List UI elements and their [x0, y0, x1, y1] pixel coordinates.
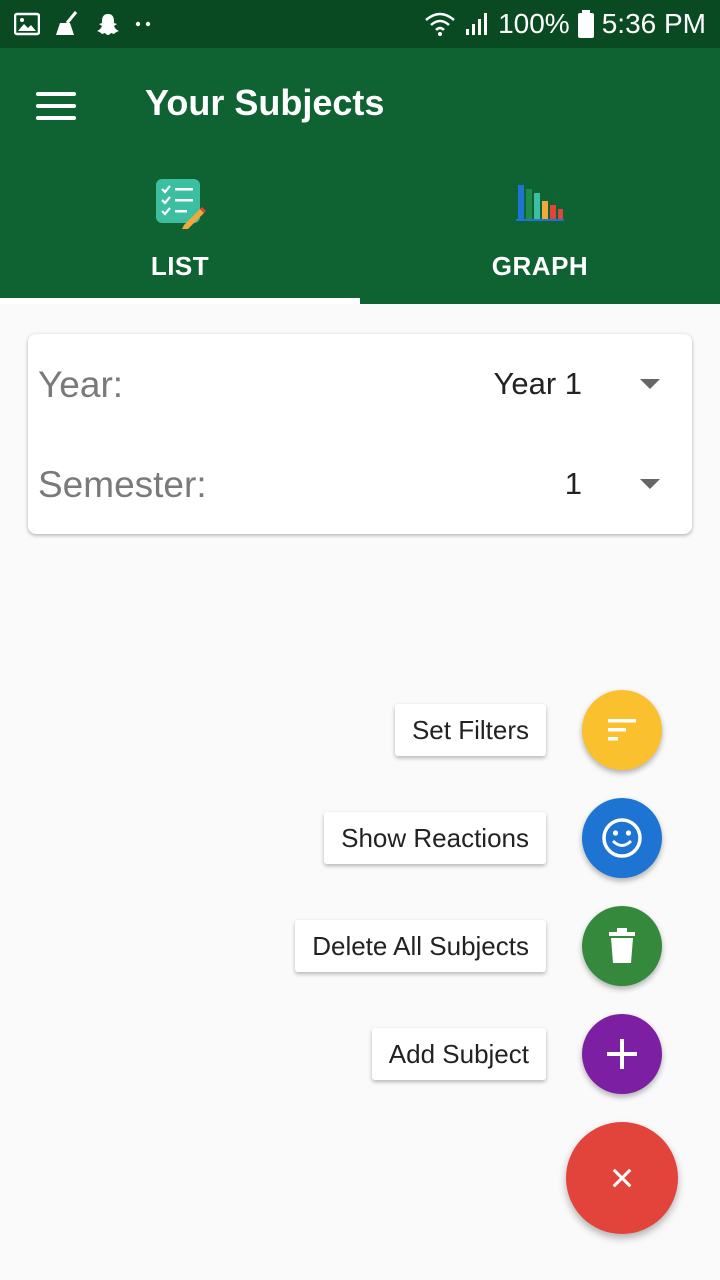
battery-icon	[577, 10, 594, 38]
bar-chart-icon	[516, 185, 564, 221]
delete-all-subjects-button[interactable]	[582, 906, 662, 986]
filter-icon	[608, 719, 636, 741]
set-filters-button[interactable]	[582, 690, 662, 770]
filter-card: Year: Year 1 Semester: 1	[28, 334, 692, 534]
status-bar: 100% 5:36 PM	[0, 0, 720, 48]
tab-list-label: LIST	[150, 251, 210, 281]
semester-label: Semester:	[38, 464, 207, 505]
close-speed-dial-button[interactable]: ×	[566, 1122, 678, 1234]
delete-all-subjects-label[interactable]: Delete All Subjects	[295, 920, 546, 972]
broom-icon	[54, 11, 82, 37]
set-filters-label[interactable]: Set Filters	[394, 704, 546, 756]
show-reactions-label[interactable]: Show Reactions	[324, 812, 546, 864]
clock: 5:36 PM	[601, 8, 706, 39]
more-dots-icon	[134, 19, 154, 29]
close-icon: ×	[609, 1154, 635, 1201]
selected-tab-indicator	[0, 298, 360, 304]
plus-icon	[607, 1039, 637, 1069]
snapchat-icon	[96, 12, 120, 36]
battery-percent: 100%	[498, 8, 570, 39]
add-subject-button[interactable]	[582, 1014, 662, 1094]
semester-select[interactable]: 1	[565, 466, 582, 502]
app-bar: Your Subjects LIST GRAPH	[0, 48, 720, 304]
show-reactions-button[interactable]	[582, 798, 662, 878]
image-icon	[14, 12, 40, 36]
semester-filter-row: Semester: 1	[28, 434, 692, 534]
wifi-icon	[424, 11, 456, 37]
year-filter-row: Year: Year 1	[28, 334, 692, 434]
year-select[interactable]: Year 1	[494, 366, 583, 402]
signal-icon	[464, 11, 490, 37]
hamburger-menu-icon[interactable]	[30, 86, 82, 126]
semester-dropdown-arrow-icon[interactable]	[640, 479, 660, 489]
trash-icon	[609, 928, 635, 963]
page-title: Your Subjects	[145, 82, 385, 123]
tab-list[interactable]: LIST	[0, 173, 360, 304]
tab-graph-label: GRAPH	[491, 251, 589, 281]
tab-graph[interactable]: GRAPH	[360, 173, 720, 304]
add-subject-label[interactable]: Add Subject	[371, 1028, 546, 1080]
year-dropdown-arrow-icon[interactable]	[640, 379, 660, 389]
year-label: Year:	[38, 364, 124, 405]
smiley-icon	[602, 818, 642, 858]
checklist-icon	[156, 179, 206, 229]
